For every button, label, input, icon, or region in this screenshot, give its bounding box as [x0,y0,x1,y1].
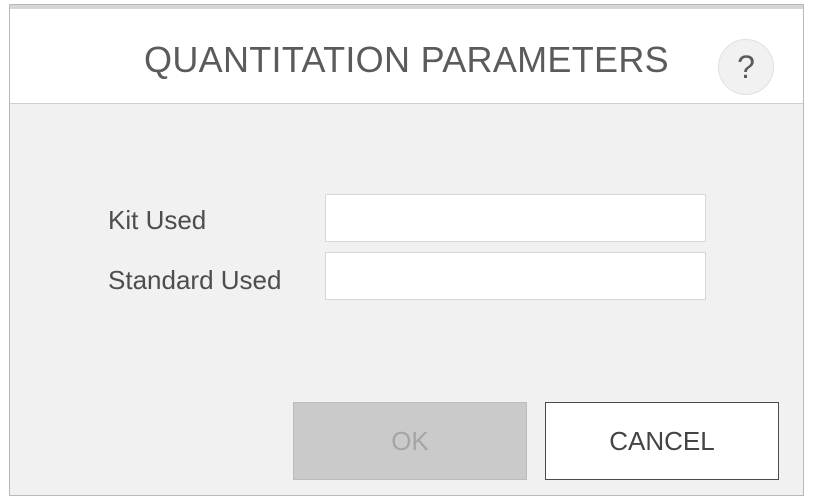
dialog-header: QUANTITATION PARAMETERS ? [10,9,803,104]
figure-side-mark [806,450,818,496]
cancel-button-label: CANCEL [609,425,715,456]
page: QUANTITATION PARAMETERS ? Kit Used Stand… [0,0,820,501]
standard-used-label: Standard Used [108,265,282,295]
quantitation-parameters-dialog: QUANTITATION PARAMETERS ? Kit Used Stand… [9,4,804,496]
standard-used-input[interactable] [325,252,706,300]
ok-button-label: OK [391,425,429,456]
question-mark-icon: ? [737,49,755,85]
kit-used-label: Kit Used [108,205,207,235]
help-button[interactable]: ? [718,39,774,95]
dialog-title: QUANTITATION PARAMETERS [144,39,669,80]
cancel-button[interactable]: CANCEL [545,402,779,480]
kit-used-input[interactable] [325,194,706,242]
ok-button[interactable]: OK [293,402,527,480]
